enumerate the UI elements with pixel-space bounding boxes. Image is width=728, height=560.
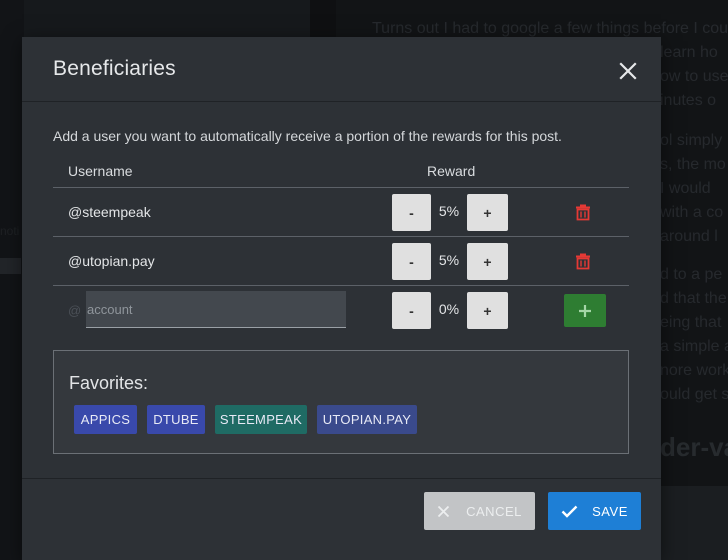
favorite-chip-dtube[interactable]: DTUBE <box>147 405 205 434</box>
increase-reward-button[interactable]: + <box>467 243 508 280</box>
dialog-footer: CANCEL SAVE <box>22 478 661 560</box>
beneficiary-username: @steempeak <box>68 204 151 220</box>
close-icon <box>437 505 450 517</box>
plus-icon <box>579 304 591 317</box>
cancel-label: CANCEL <box>466 503 522 519</box>
table-row: @steempeak - 5% + <box>53 188 629 237</box>
favorite-chip-utopian-pay[interactable]: UTOPIAN.PAY <box>317 405 417 434</box>
cancel-button[interactable]: CANCEL <box>424 492 535 530</box>
delete-beneficiary-button[interactable] <box>574 203 592 221</box>
account-input[interactable] <box>86 291 346 328</box>
column-header-username: Username <box>68 163 133 179</box>
check-icon <box>561 505 578 518</box>
at-sign-prefix: @ <box>68 303 82 318</box>
decrease-reward-button[interactable]: - <box>392 292 431 329</box>
delete-beneficiary-button[interactable] <box>574 252 592 270</box>
column-header-reward: Reward <box>427 163 476 179</box>
favorite-chip-appics[interactable]: APPICS <box>74 405 137 434</box>
save-label: SAVE <box>592 503 628 519</box>
trash-icon <box>576 204 590 221</box>
dialog-title: Beneficiaries <box>53 57 176 80</box>
dialog-header: Beneficiaries <box>22 37 661 102</box>
favorites-title: Favorites: <box>69 373 149 393</box>
reward-percent: 5% <box>438 203 460 219</box>
favorite-chip-steempeak[interactable]: STEEMPEAK <box>215 405 307 434</box>
dialog-description: Add a user you want to automatically rec… <box>53 128 562 144</box>
increase-reward-button[interactable]: + <box>467 292 508 329</box>
beneficiaries-table: Username Reward @steempeak - 5% + @utopi… <box>53 160 629 335</box>
reward-percent: 0% <box>438 301 460 317</box>
table-row: @utopian.pay - 5% + <box>53 237 629 286</box>
table-header: Username Reward <box>53 160 629 188</box>
decrease-reward-button[interactable]: - <box>392 243 431 280</box>
reward-percent: 5% <box>438 252 460 268</box>
trash-icon <box>576 253 590 270</box>
favorites-panel: Favorites: APPICS DTUBE STEEMPEAK UTOPIA… <box>53 350 629 454</box>
beneficiaries-dialog: Beneficiaries Add a user you want to aut… <box>22 37 661 560</box>
save-button[interactable]: SAVE <box>548 492 641 530</box>
close-icon <box>619 62 637 80</box>
increase-reward-button[interactable]: + <box>467 194 508 231</box>
add-beneficiary-button[interactable] <box>564 294 606 327</box>
new-beneficiary-row: @ - 0% + <box>53 286 629 335</box>
decrease-reward-button[interactable]: - <box>392 194 431 231</box>
beneficiary-username: @utopian.pay <box>68 253 155 269</box>
close-button[interactable] <box>616 59 640 83</box>
